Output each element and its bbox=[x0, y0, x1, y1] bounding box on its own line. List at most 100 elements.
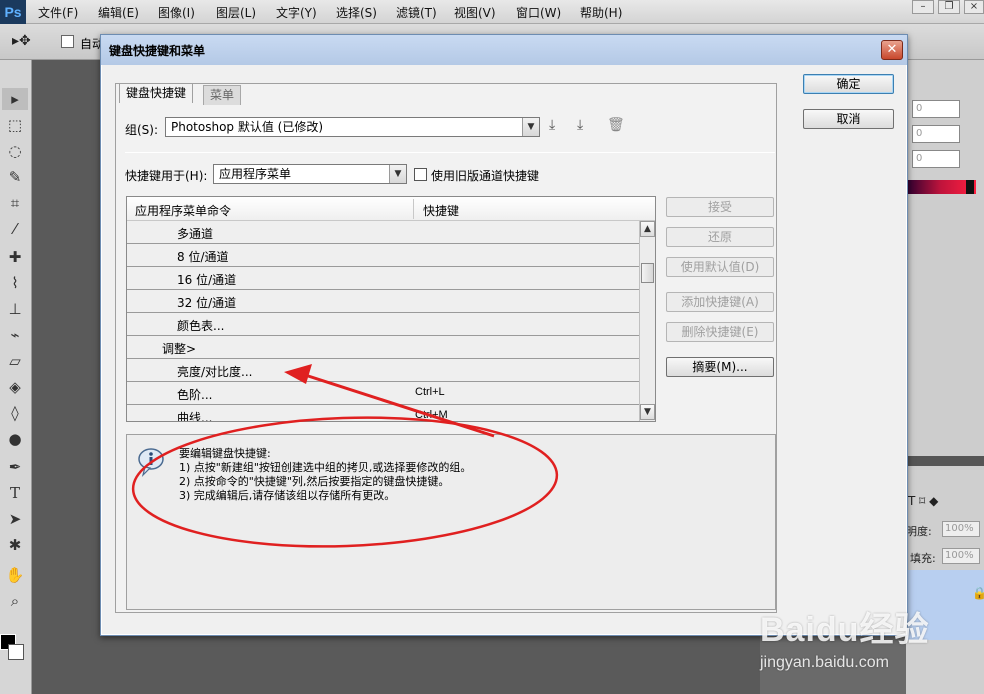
delete-set-icon[interactable]: 🗑 bbox=[607, 117, 625, 133]
new-set-icon[interactable]: ⤓ bbox=[577, 117, 583, 133]
set-label: 组(S): bbox=[125, 123, 159, 137]
add-shortcut-button[interactable]: 添加快捷键(A) bbox=[666, 292, 774, 312]
shortcut-cell[interactable]: Ctrl+M bbox=[415, 409, 448, 421]
dialog-title: 键盘快捷键和菜单 bbox=[109, 44, 206, 58]
menu-select[interactable]: 选择(S) bbox=[336, 4, 377, 21]
eraser-tool-icon[interactable]: ▱ bbox=[2, 350, 28, 372]
opacity-field[interactable]: 100% bbox=[942, 521, 980, 537]
brush-tool-icon[interactable]: ⌇ bbox=[2, 272, 28, 294]
scroll-thumb[interactable] bbox=[641, 263, 654, 283]
zoom-tool-icon[interactable]: ⌕ bbox=[2, 590, 28, 612]
shortcuts-table: 应用程序菜单命令 快捷键 多通道 8 位/通道 16 位/通道 32 位/通道 bbox=[126, 196, 656, 422]
delete-shortcut-button[interactable]: 删除快捷键(E) bbox=[666, 322, 774, 342]
close-button[interactable]: ✕ bbox=[881, 40, 903, 60]
lasso-tool-icon[interactable]: ◌ bbox=[2, 140, 28, 162]
set-select[interactable]: Photoshop 默认值 (已修改) ▼ bbox=[165, 117, 540, 137]
column-header-shortcut[interactable]: 快捷键 bbox=[423, 202, 459, 219]
dialog-titlebar: 键盘快捷键和菜单 ✕ bbox=[101, 35, 907, 65]
dodge-tool-icon[interactable]: ● bbox=[2, 428, 28, 450]
blur-tool-icon[interactable]: ◊ bbox=[2, 402, 28, 424]
app-menubar: Ps 文件(F) 编辑(E) 图像(I) 图层(L) 文字(Y) 选择(S) 滤… bbox=[0, 0, 984, 24]
command-cell: 16 位/通道 bbox=[177, 273, 237, 287]
opacity-label: 明度: bbox=[906, 525, 932, 538]
type-tool-icon[interactable]: T bbox=[2, 482, 28, 504]
menu-filter[interactable]: 滤镜(T) bbox=[396, 4, 437, 21]
column-header-command[interactable]: 应用程序菜单命令 bbox=[135, 202, 231, 219]
hand-tool-icon[interactable]: ✋ bbox=[2, 564, 28, 586]
command-cell: 32 位/通道 bbox=[177, 296, 237, 310]
save-set-icon[interactable]: ⤓ bbox=[549, 117, 555, 133]
minimize-icon[interactable]: – bbox=[912, 0, 934, 14]
table-row[interactable]: 色阶... Ctrl+L bbox=[127, 382, 639, 405]
menu-image[interactable]: 图像(I) bbox=[158, 4, 195, 21]
app-close-icon[interactable]: × bbox=[964, 0, 984, 14]
ok-button[interactable]: 确定 bbox=[803, 74, 894, 94]
stamp-tool-icon[interactable]: ⊥ bbox=[2, 298, 28, 320]
panel-field[interactable]: 0 bbox=[912, 100, 960, 118]
quick-select-tool-icon[interactable]: ✎ bbox=[2, 166, 28, 188]
menu-layer[interactable]: 图层(L) bbox=[216, 4, 256, 21]
legacy-channel-checkbox[interactable] bbox=[414, 168, 427, 181]
auto-select-checkbox[interactable] bbox=[61, 35, 74, 48]
panel-field[interactable]: 0 bbox=[912, 150, 960, 168]
menu-edit[interactable]: 编辑(E) bbox=[98, 4, 139, 21]
scroll-down-icon[interactable]: ▼ bbox=[640, 404, 655, 420]
menu-window[interactable]: 窗口(W) bbox=[516, 4, 561, 21]
table-row[interactable]: 16 位/通道 bbox=[127, 267, 639, 290]
panel-separator bbox=[906, 456, 984, 466]
table-row[interactable]: 调整> bbox=[127, 336, 639, 359]
table-row[interactable]: 曲线... Ctrl+M bbox=[127, 405, 639, 421]
command-cell: 8 位/通道 bbox=[177, 250, 229, 264]
eyedropper-tool-icon[interactable]: ⁄ bbox=[2, 218, 28, 240]
move-tool-icon[interactable]: ▸✥ bbox=[12, 33, 31, 49]
shortcuts-for-value: 应用程序菜单 bbox=[219, 167, 292, 181]
table-header: 应用程序菜单命令 快捷键 bbox=[127, 197, 655, 221]
fill-field[interactable]: 100% bbox=[942, 548, 980, 564]
command-cell: 颜色表... bbox=[177, 319, 225, 333]
table-scrollbar[interactable]: ▲ ▼ bbox=[639, 221, 655, 421]
menu-help[interactable]: 帮助(H) bbox=[580, 4, 622, 21]
undo-button[interactable]: 还原 bbox=[666, 227, 774, 247]
table-row[interactable]: 亮度/对比度... bbox=[127, 359, 639, 382]
color-ramp-end bbox=[966, 180, 974, 194]
table-row[interactable]: 8 位/通道 bbox=[127, 244, 639, 267]
legacy-channel-label: 使用旧版通道快捷键 bbox=[431, 169, 540, 183]
shortcut-cell[interactable]: Ctrl+L bbox=[415, 386, 445, 398]
menu-view[interactable]: 视图(V) bbox=[454, 4, 496, 21]
watermark: Baidu经验 jingyan.baidu.com bbox=[752, 588, 982, 692]
accept-button[interactable]: 接受 bbox=[666, 197, 774, 217]
move-tool-icon[interactable]: ▸ bbox=[2, 88, 28, 110]
use-default-button[interactable]: 使用默认值(D) bbox=[666, 257, 774, 277]
menu-type[interactable]: 文字(Y) bbox=[276, 4, 317, 21]
panel-field[interactable]: 0 bbox=[912, 125, 960, 143]
column-divider[interactable] bbox=[413, 199, 414, 219]
background-color-swatch[interactable] bbox=[8, 644, 24, 660]
marquee-tool-icon[interactable]: ⬚ bbox=[2, 114, 28, 136]
healing-tool-icon[interactable]: ✚ bbox=[2, 246, 28, 268]
command-cell: 多通道 bbox=[177, 227, 214, 241]
summary-button[interactable]: 摘要(M)... bbox=[666, 357, 774, 377]
layer-type-icons[interactable]: T ⌑ ◆ bbox=[908, 494, 938, 508]
toolbox: ▸ ⬚ ◌ ✎ ⌗ ⁄ ✚ ⌇ ⊥ ⌁ ▱ ◈ ◊ ● ✒ T ➤ ✱ ✋ ⌕ bbox=[0, 60, 32, 694]
tab-menus[interactable]: 菜单 bbox=[203, 85, 242, 105]
paint-bucket-tool-icon[interactable]: ◈ bbox=[2, 376, 28, 398]
table-row[interactable]: 多通道 bbox=[127, 221, 639, 244]
panel-body bbox=[906, 200, 984, 470]
command-cell: 调整> bbox=[162, 342, 197, 356]
menu-file[interactable]: 文件(F) bbox=[38, 4, 78, 21]
shortcuts-for-select[interactable]: 应用程序菜单 ▼ bbox=[213, 164, 407, 184]
chevron-down-icon[interactable]: ▼ bbox=[389, 165, 406, 183]
path-select-tool-icon[interactable]: ➤ bbox=[2, 508, 28, 530]
chevron-down-icon[interactable]: ▼ bbox=[522, 118, 539, 136]
table-row[interactable]: 32 位/通道 bbox=[127, 290, 639, 313]
scroll-up-icon[interactable]: ▲ bbox=[640, 221, 655, 237]
pen-tool-icon[interactable]: ✒ bbox=[2, 456, 28, 478]
history-brush-tool-icon[interactable]: ⌁ bbox=[2, 324, 28, 346]
crop-tool-icon[interactable]: ⌗ bbox=[2, 192, 28, 214]
cancel-button[interactable]: 取消 bbox=[803, 109, 894, 129]
tab-keyboard-shortcuts[interactable]: 键盘快捷键 bbox=[119, 83, 194, 103]
info-icon bbox=[138, 448, 164, 477]
shape-tool-icon[interactable]: ✱ bbox=[2, 534, 28, 556]
table-row[interactable]: 颜色表... bbox=[127, 313, 639, 336]
restore-icon[interactable]: ❐ bbox=[938, 0, 960, 14]
